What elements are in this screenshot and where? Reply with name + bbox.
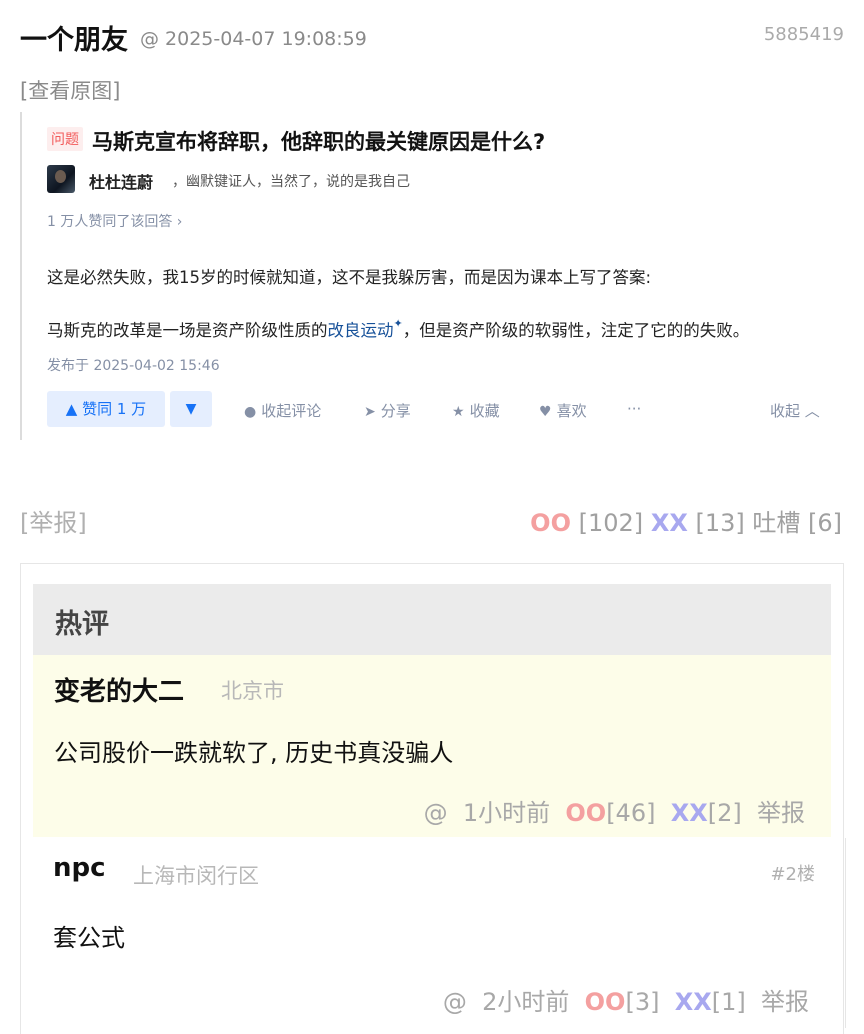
comment-location: 上海市闵行区: [133, 864, 259, 888]
comment-time: 1小时前: [462, 799, 551, 827]
xx-count: [13]: [695, 509, 745, 537]
more-action: ···: [627, 400, 642, 418]
comment-bubble-icon: ●: [244, 404, 257, 420]
embedded-screenshot: 问题 马斯克宣布将辞职，他辞职的最关键原因是什么? 杜杜连蔚 ，幽默键证人，当然…: [20, 112, 842, 440]
answerer-name: 杜杜连蔚: [89, 173, 154, 192]
collapse-comments-action: ● 收起评论: [244, 402, 322, 420]
heart-icon: ♥: [539, 404, 552, 420]
xx-count: [1]: [711, 988, 746, 1016]
downvote-button: ▼: [170, 391, 212, 427]
answerer-avatar: [47, 165, 75, 193]
like-action: ♥ 喜欢: [539, 402, 587, 420]
comment-location: 北京市: [221, 679, 284, 703]
floor-number: #2楼: [770, 864, 815, 885]
post-author: 一个朋友: [20, 25, 128, 56]
xx-vote-button[interactable]: XX: [651, 509, 688, 537]
oo-count: [46]: [606, 799, 656, 827]
xx-vote-button[interactable]: XX: [675, 988, 712, 1016]
paragraph-2-text-a: 马斯克的改革是一场是资产阶级性质的: [47, 321, 328, 340]
oo-vote-button[interactable]: OO: [565, 799, 606, 827]
publish-date: 发布于 2025-04-02 15:46: [47, 358, 220, 374]
comment-text: 套公式: [53, 924, 125, 952]
report-button[interactable]: 举报: [761, 988, 809, 1016]
answer-paragraph-2: 马斯克的改革是一场是资产阶级性质的改良运动✦，但是资产阶级的软弱性，注定了它的的…: [47, 317, 749, 341]
comment-text: 公司股价一跌就软了, 历史书真没骗人: [54, 739, 454, 767]
xx-count: [2]: [707, 799, 742, 827]
answerer-bio: ，幽默键证人，当然了，说的是我自己: [172, 174, 410, 190]
view-original-link[interactable]: [查看原图]: [20, 75, 120, 105]
comment-author: npc: [53, 853, 106, 883]
comment-author: 变老的大二: [54, 677, 185, 707]
paragraph-2-text-b: ，但是资产阶级的软弱性，注定了它的的失败。: [402, 321, 750, 340]
oo-count: [3]: [625, 988, 660, 1016]
share-action: ➤ 分享: [364, 402, 411, 420]
xx-vote-button[interactable]: XX: [671, 799, 708, 827]
comment-footer: @ 2小时前 OO[3] XX[1] 举报: [443, 982, 809, 1017]
hot-comments-header: 热评: [33, 584, 831, 655]
collapse-action: 收起 ︿: [770, 402, 820, 420]
star-icon: ★: [452, 404, 465, 420]
comment: npc 上海市闵行区 #2楼 套公式 @ 2小时前 OO[3] XX[1] 举报: [33, 838, 846, 1028]
report-button[interactable]: 举报: [757, 799, 805, 827]
hot-comments-title: 热评: [55, 609, 109, 640]
favorite-action: ★ 收藏: [452, 402, 500, 420]
question-title: 马斯克宣布将辞职，他辞职的最关键原因是什么?: [92, 130, 546, 154]
post-timestamp: @ 2025-04-07 19:08:59: [140, 28, 367, 50]
question-badge: 问题: [47, 127, 83, 151]
answer-paragraph-1: 这是必然失败，我15岁的时候就知道，这不是我躲厉害，而是因为课本上写了答案:: [47, 268, 652, 287]
reply-at-button[interactable]: @: [443, 988, 467, 1016]
paper-plane-icon: ➤: [364, 404, 376, 420]
oo-count: [102]: [578, 509, 644, 537]
comment-footer: @ 1小时前 OO[46] XX[2] 举报: [424, 793, 805, 828]
post-id: 5885419: [763, 24, 844, 45]
reform-movement-link: 改良运动: [327, 321, 394, 340]
comment-time: 2小时前: [482, 988, 570, 1016]
upvote-button: ▲ 赞同 1 万: [47, 391, 165, 427]
tucao-button[interactable]: 吐槽 [6]: [752, 509, 842, 537]
agree-count: 1 万人赞同了该回答 ›: [47, 214, 183, 230]
oo-vote-button[interactable]: OO: [585, 988, 626, 1016]
link-sparkle-icon: ✦: [393, 317, 403, 330]
reply-at-button[interactable]: @: [424, 799, 448, 827]
report-link[interactable]: [举报]: [20, 503, 87, 538]
hot-comment: 变老的大二 北京市 公司股价一跌就软了, 历史书真没骗人 @ 1小时前 OO[4…: [33, 655, 831, 837]
oo-vote-button[interactable]: OO: [530, 509, 571, 537]
post-vote-bar: OO [102] XX [13] 吐槽 [6]: [530, 503, 842, 538]
